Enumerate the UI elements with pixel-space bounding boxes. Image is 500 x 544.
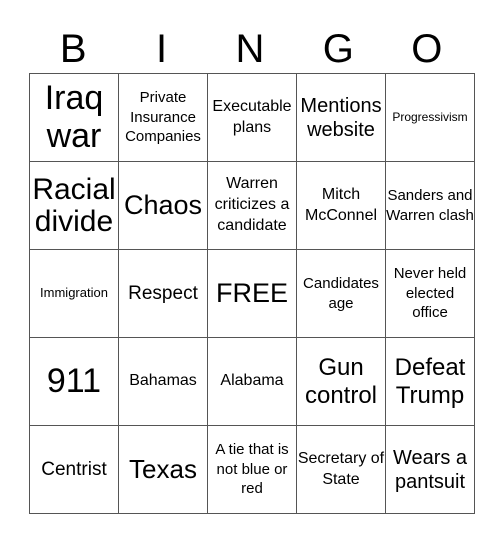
header-letter-i: I <box>156 27 168 71</box>
bingo-cell[interactable]: Secretary of State <box>296 425 386 514</box>
bingo-cell[interactable]: Mitch McConnel <box>296 161 386 250</box>
bingo-cell[interactable]: Mentions website <box>296 73 386 162</box>
bingo-cell[interactable]: Centrist <box>29 425 119 514</box>
bingo-card: Iraq war Private Insurance Companies Exe… <box>29 73 475 514</box>
bingo-cell[interactable]: Candidates age <box>296 249 386 338</box>
bingo-row: Iraq war Private Insurance Companies Exe… <box>29 73 475 162</box>
header-letter-n: N <box>235 27 265 71</box>
bingo-cell[interactable]: Wears a pantsuit <box>385 425 475 514</box>
bingo-cell[interactable]: A tie that is not blue or red <box>207 425 297 514</box>
bingo-cell[interactable]: Private Insurance Companies <box>118 73 208 162</box>
bingo-cell[interactable]: Respect <box>118 249 208 338</box>
bingo-row: Racial divide Chaos Warren criticizes a … <box>29 161 475 250</box>
bingo-cell[interactable]: Racial divide <box>29 161 119 250</box>
bingo-cell[interactable]: Defeat Trump <box>385 337 475 426</box>
bingo-cell[interactable]: Chaos <box>118 161 208 250</box>
bingo-cell[interactable]: Alabama <box>207 337 297 426</box>
bingo-cell[interactable]: Bahamas <box>118 337 208 426</box>
header-letter-o: O <box>411 27 443 71</box>
header-letter-b: B <box>59 27 87 71</box>
bingo-cell[interactable]: Texas <box>118 425 208 514</box>
bingo-cell[interactable]: Sanders and Warren clash <box>385 161 475 250</box>
bingo-cell[interactable]: Gun control <box>296 337 386 426</box>
bingo-cell[interactable]: Never held elected office <box>385 249 475 338</box>
bingo-cell[interactable]: Iraq war <box>29 73 119 162</box>
bingo-header: B I N G O <box>29 26 471 72</box>
bingo-cell[interactable]: Progressivism <box>385 73 475 162</box>
bingo-row: Centrist Texas A tie that is not blue or… <box>29 425 475 514</box>
bingo-cell[interactable]: Immigration <box>29 249 119 338</box>
bingo-cell[interactable]: Warren criticizes a candidate <box>207 161 297 250</box>
header-letter-g: G <box>322 27 354 71</box>
free-space[interactable]: FREE <box>207 249 297 338</box>
bingo-cell[interactable]: Executable plans <box>207 73 297 162</box>
bingo-cell[interactable]: 911 <box>29 337 119 426</box>
bingo-row: Immigration Respect FREE Candidates age … <box>29 249 475 338</box>
bingo-row: 911 Bahamas Alabama Gun control Defeat T… <box>29 337 475 426</box>
